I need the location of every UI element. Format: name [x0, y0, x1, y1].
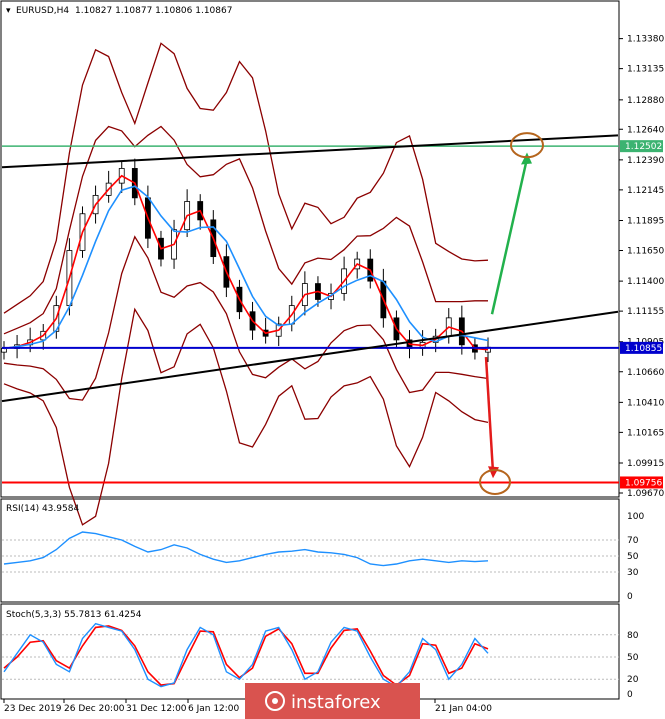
price-tick-label: 1.10165 — [627, 428, 664, 438]
upper-level-label: 1.12502 — [625, 142, 662, 152]
watermark-text: instaforex — [291, 692, 381, 713]
price-tick-label: 1.12390 — [627, 156, 664, 166]
rsi-tick-label: 70 — [627, 536, 639, 546]
price-tick-label: 1.12640 — [627, 125, 664, 135]
current-level-label: 1.10855 — [625, 344, 662, 354]
chart-canvas: 1.13380 1.13135 1.12880 1.12640 1.12390 1.121… — [0, 0, 664, 719]
rsi-header: RSI(14) 43.9584 — [6, 504, 79, 514]
price-tick-label: 1.11895 — [627, 216, 664, 226]
price-tick-label: 1.09670 — [627, 489, 664, 499]
symbol-header-arrow: ▾ — [6, 6, 11, 16]
stoch-tick-label: 20 — [627, 675, 639, 685]
price-tick-label: 1.11155 — [627, 307, 664, 317]
instaforex-watermark: instaforex — [245, 683, 420, 719]
rsi-tick-label: 0 — [627, 592, 633, 602]
price-tick-label: 1.10660 — [627, 368, 664, 378]
time-tick-label: 21 Jan 04:00 — [435, 704, 492, 714]
stoch-header: Stoch(5,3,3) 55.7813 61.4254 — [6, 610, 142, 620]
price-tick-label: 1.11400 — [627, 277, 664, 287]
price-tick-label: 1.12145 — [627, 186, 664, 196]
ohlc-header: 1.10827 1.10877 1.10806 1.10867 — [75, 6, 232, 16]
price-tick-label: 1.10410 — [627, 398, 664, 408]
time-tick-label: 23 Dec 2019 — [4, 704, 62, 714]
stoch-tick-label: 0 — [627, 690, 633, 700]
stoch-tick-label: 50 — [627, 653, 639, 663]
price-tick-label: 1.12880 — [627, 96, 664, 106]
rsi-tick-label: 100 — [627, 512, 644, 522]
price-panel-frame — [0, 0, 620, 498]
price-axis-ticks: 1.13380 1.13135 1.12880 1.12640 1.12390 1.121… — [619, 35, 664, 499]
time-tick-label: 6 Jan 12:00 — [188, 704, 240, 714]
price-tick-label: 1.11650 — [627, 247, 664, 257]
price-tick-label: 1.09915 — [627, 459, 664, 469]
price-tick-label: 1.13380 — [627, 35, 664, 45]
rsi-tick-label: 50 — [627, 552, 639, 562]
lower-level-label: 1.09756 — [625, 478, 662, 488]
price-tick-label: 1.13135 — [627, 65, 664, 75]
time-tick-label: 31 Dec 12:00 — [126, 704, 187, 714]
stoch-tick-label: 80 — [627, 631, 639, 641]
rsi-tick-label: 30 — [627, 568, 639, 578]
time-tick-label: 26 Dec 20:00 — [64, 704, 125, 714]
symbol-header: EURUSD,H4 — [16, 6, 69, 16]
